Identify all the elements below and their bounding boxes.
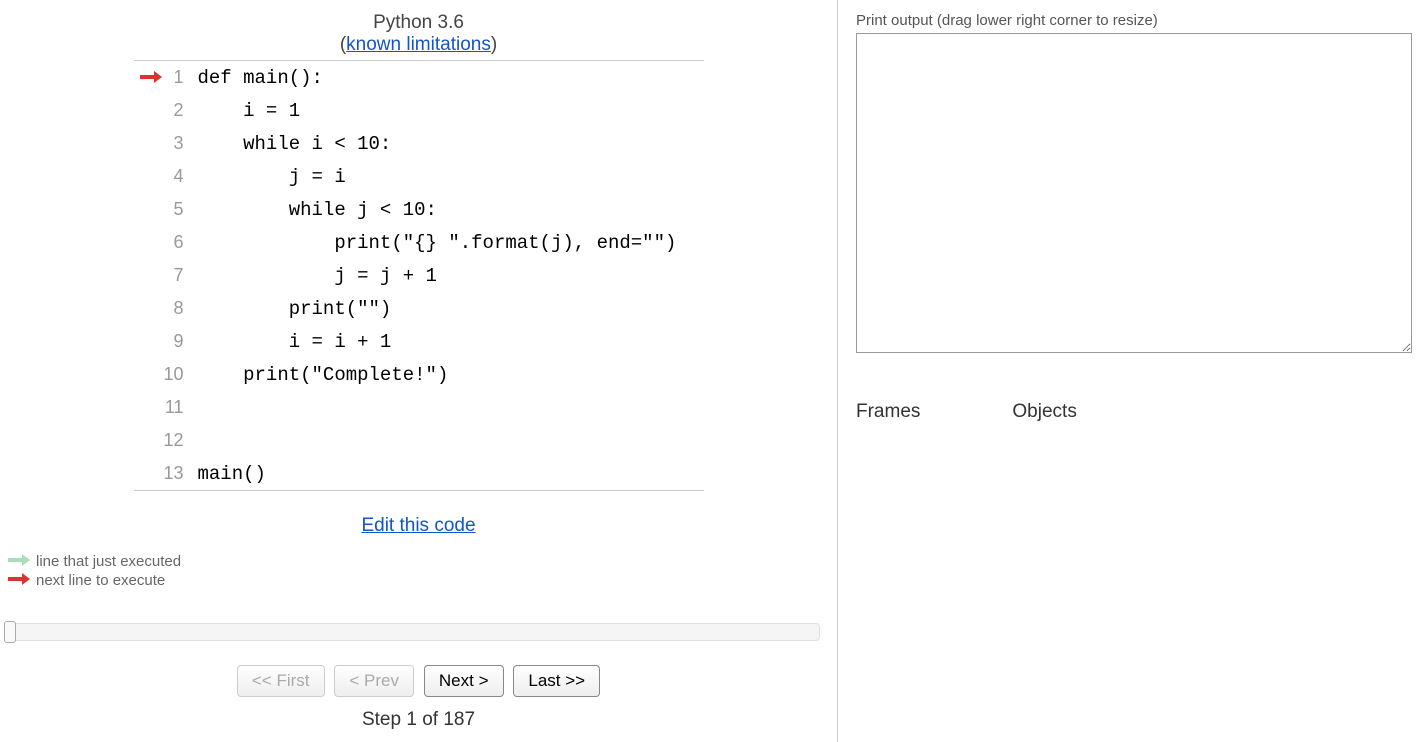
line-number: 11 <box>162 397 192 418</box>
code-text: j = j + 1 <box>192 265 437 287</box>
arrow-next-icon <box>8 572 30 589</box>
code-text: print("Complete!") <box>192 364 449 386</box>
line-number: 1 <box>162 67 192 88</box>
first-button[interactable]: << First <box>237 665 325 697</box>
line-number: 10 <box>162 364 192 385</box>
known-limitations-link[interactable]: known limitations <box>346 34 491 55</box>
legend: line that just executed next line to exe… <box>0 551 837 591</box>
line-number: 9 <box>162 331 192 352</box>
code-text: print("") <box>192 298 392 320</box>
line-number: 13 <box>162 463 192 484</box>
output-box[interactable] <box>856 33 1412 353</box>
code-line: 12 <box>134 424 704 457</box>
code-line: 1def main(): <box>134 61 704 94</box>
frames-objects-row: Frames Objects <box>856 401 1416 423</box>
code-line: 4 j = i <box>134 160 704 193</box>
limitations-suffix: ) <box>491 34 497 55</box>
line-number: 6 <box>162 232 192 253</box>
output-label: Print output (drag lower right corner to… <box>856 12 1416 29</box>
code-text: i = i + 1 <box>192 331 392 353</box>
legend-prev-row: line that just executed <box>8 553 837 570</box>
code-line: 13main() <box>134 457 704 490</box>
slider-track <box>10 623 820 641</box>
line-number: 4 <box>162 166 192 187</box>
code-line: 11 <box>134 391 704 424</box>
legend-next-row: next line to execute <box>8 572 837 589</box>
code-text: while j < 10: <box>192 199 437 221</box>
code-text: main() <box>192 463 266 485</box>
line-number: 2 <box>162 100 192 121</box>
last-button[interactable]: Last >> <box>513 665 600 697</box>
arrow-slot <box>134 70 162 86</box>
code-line: 7 j = j + 1 <box>134 259 704 292</box>
code-text: j = i <box>192 166 346 188</box>
language-name: Python 3.6 <box>373 12 464 33</box>
next-button[interactable]: Next > <box>424 665 504 697</box>
code-text: print("{} ".format(j), end="") <box>192 232 677 254</box>
code-text: i = 1 <box>192 100 301 122</box>
legend-next-label: next line to execute <box>36 572 165 589</box>
code-line: 2 i = 1 <box>134 94 704 127</box>
code-line: 5 while j < 10: <box>134 193 704 226</box>
current-line-arrow-icon <box>140 70 162 86</box>
code-text: while i < 10: <box>192 133 392 155</box>
frames-heading: Frames <box>856 401 920 423</box>
prev-button[interactable]: < Prev <box>334 665 414 697</box>
edit-code-block: Edit this code <box>0 515 837 537</box>
line-number: 7 <box>162 265 192 286</box>
edit-code-link[interactable]: Edit this code <box>361 515 475 536</box>
language-header: Python 3.6 (known limitations) <box>0 12 837 56</box>
code-line: 3 while i < 10: <box>134 127 704 160</box>
line-number: 3 <box>162 133 192 154</box>
code-line: 8 print("") <box>134 292 704 325</box>
code-listing: 1def main():2 i = 13 while i < 10:4 j = … <box>134 60 704 491</box>
line-number: 8 <box>162 298 192 319</box>
objects-heading: Objects <box>1012 401 1076 423</box>
code-panel: Python 3.6 (known limitations) 1def main… <box>0 0 838 742</box>
slider-thumb[interactable] <box>4 621 16 643</box>
line-number: 5 <box>162 199 192 220</box>
step-slider[interactable] <box>4 621 833 643</box>
code-text: def main(): <box>192 67 323 89</box>
code-line: 10 print("Complete!") <box>134 358 704 391</box>
code-line: 6 print("{} ".format(j), end="") <box>134 226 704 259</box>
step-controls: << First < Prev Next > Last >> <box>0 665 837 697</box>
step-indicator: Step 1 of 187 <box>0 709 837 731</box>
arrow-prev-icon <box>8 553 30 570</box>
code-line: 9 i = i + 1 <box>134 325 704 358</box>
legend-prev-label: line that just executed <box>36 553 181 570</box>
line-number: 12 <box>162 430 192 451</box>
visualization-panel: Print output (drag lower right corner to… <box>838 0 1428 742</box>
